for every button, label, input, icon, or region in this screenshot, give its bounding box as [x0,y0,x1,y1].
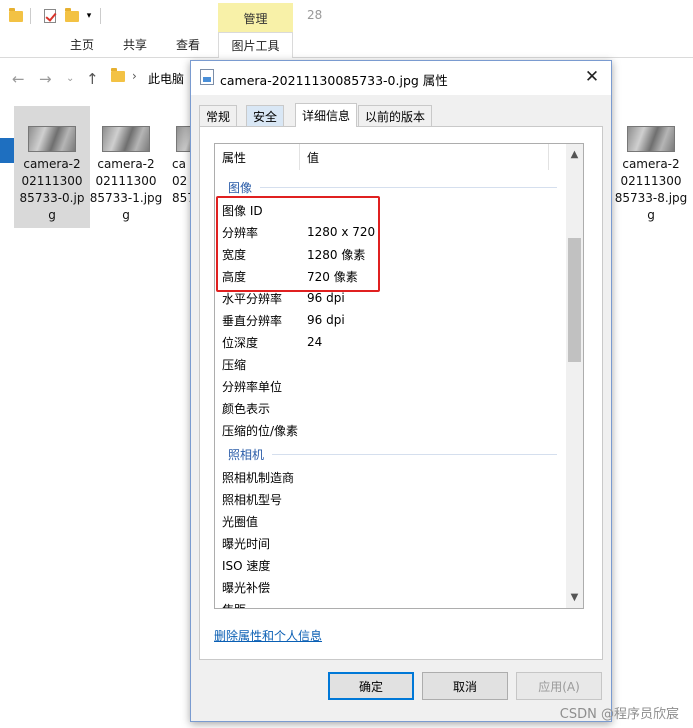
column-header-property[interactable]: 属性 [215,144,300,170]
property-name: ISO 速度 [222,558,271,573]
recent-dropdown-icon[interactable]: ⌄ [66,73,74,84]
ribbon: 文件 主页 共享 查看 图片工具 [0,32,693,163]
property-row[interactable]: 焦距 [215,598,567,609]
group-label: 照相机 [228,447,265,462]
back-arrow-icon[interactable]: ← [12,70,25,88]
image-thumbnail [102,126,150,152]
property-name: 焦距 [215,601,300,609]
property-row[interactable]: 照相机型号 [215,488,567,510]
property-row[interactable]: 光圈值 [215,510,567,532]
forward-arrow-icon[interactable]: → [39,70,52,88]
property-name: 照相机制造商 [222,470,295,485]
file-name: camera-2 02111300 85733-0.jp g [19,157,85,222]
tab-security[interactable]: 安全 [246,105,285,126]
scroll-up-arrow-icon[interactable]: ▲ [566,146,583,163]
property-name: 分辨率单位 [222,379,283,394]
watermark: CSDN @程序员欣宸 [559,707,679,722]
property-name: 光圈值 [222,514,259,529]
file-name: ca 02 857 [172,157,190,205]
file-name: camera-2 02111300 85733-1.jpg g [89,157,163,222]
dialog-titlebar[interactable]: camera-20211130085733-0.jpg 属性 ✕ [191,61,611,95]
property-row[interactable]: ISO 速度 [215,554,567,576]
property-row[interactable]: 压缩 [215,353,567,375]
tab-previous-versions[interactable]: 以前的版本 [358,105,433,126]
property-name: 照相机型号 [222,492,283,507]
property-name: 颜色表示 [222,401,271,416]
property-row[interactable]: 垂直分辨率 96 dpi [215,309,567,331]
folder-icon[interactable] [6,6,26,26]
file-item[interactable]: camera-2 02111300 85733-0.jp g [14,106,90,228]
close-icon[interactable]: ✕ [581,66,603,88]
breadcrumb-chevron-icon[interactable]: › [132,69,137,83]
file-item[interactable]: camera-2 02111300 85733-1.jpg g [88,106,164,224]
property-name: 水平分辨率 [222,291,283,306]
explorer-titlebar: ▾ 管理 28 [0,0,693,33]
apply-button[interactable]: 应用(A) [516,672,602,700]
property-value: 96 dpi [307,313,345,327]
property-name: 压缩的位/像素 [222,423,299,438]
tab-home[interactable]: 主页 [62,32,102,57]
property-name: 压缩 [222,357,247,372]
property-name: 曝光时间 [222,536,271,551]
image-thumbnail [176,126,190,152]
dialog-title: camera-20211130085733-0.jpg 属性 [220,73,448,88]
list-header: 属性 值 [215,144,567,170]
remove-properties-link[interactable]: 删除属性和个人信息 [214,627,322,644]
property-row[interactable]: 曝光时间 [215,532,567,554]
dialog-tabs: 常规 安全 详细信息 以前的版本 [199,103,609,127]
property-row[interactable]: 照相机制造商 [215,466,567,488]
window-title: 28 [307,8,323,22]
vertical-scrollbar[interactable]: ▲ ▼ [566,144,583,608]
property-row[interactable]: 颜色表示 [215,397,567,419]
file-item[interactable]: ca 02 857 [162,106,190,207]
image-thumbnail [28,126,76,152]
group-label: 图像 [228,180,253,195]
breadcrumb-this-pc[interactable]: 此电脑 [148,70,184,87]
property-row[interactable]: 压缩的位/像素 [215,419,567,441]
group-header-image: 图像 [215,176,567,198]
file-item[interactable]: camera-2 02111300 85733-8.jpg g [613,106,689,224]
image-thumbnail [627,126,675,152]
divider [30,8,31,24]
property-row[interactable]: 分辨率单位 [215,375,567,397]
property-name: 垂直分辨率 [222,313,283,328]
property-row[interactable]: 位深度 24 [215,331,567,353]
property-name: 位深度 [222,335,259,350]
properties-dialog: camera-20211130085733-0.jpg 属性 ✕ 常规 安全 详… [190,60,612,722]
cancel-button[interactable]: 取消 [422,672,508,700]
tab-view[interactable]: 查看 [168,32,208,57]
address-folder-icon [111,68,125,82]
scrollbar-thumb[interactable] [568,238,581,362]
image-file-icon [200,69,214,85]
tab-general[interactable]: 常规 [199,105,238,126]
tab-picture-tools[interactable]: 图片工具 [218,32,293,58]
manage-context-header: 管理 [218,3,293,33]
file-name: camera-2 02111300 85733-8.jpg g [614,157,688,222]
tab-details[interactable]: 详细信息 [295,103,358,127]
divider [100,8,101,24]
column-header-value[interactable]: 值 [300,144,549,170]
group-header-camera: 照相机 [215,443,567,465]
customize-dropdown-icon[interactable]: ▾ [83,6,95,26]
property-value: 96 dpi [307,291,345,305]
new-folder-icon[interactable] [62,6,82,26]
property-row[interactable]: 曝光补偿 [215,576,567,598]
property-value: 24 [307,335,323,349]
properties-check-icon[interactable] [40,6,60,26]
up-arrow-icon[interactable]: ↑ [86,70,99,88]
ok-button[interactable]: 确定 [328,672,414,700]
scroll-down-arrow-icon[interactable]: ▼ [566,589,583,606]
tab-share[interactable]: 共享 [115,32,155,57]
property-name: 曝光补偿 [222,580,271,595]
red-highlight-box [216,196,380,292]
